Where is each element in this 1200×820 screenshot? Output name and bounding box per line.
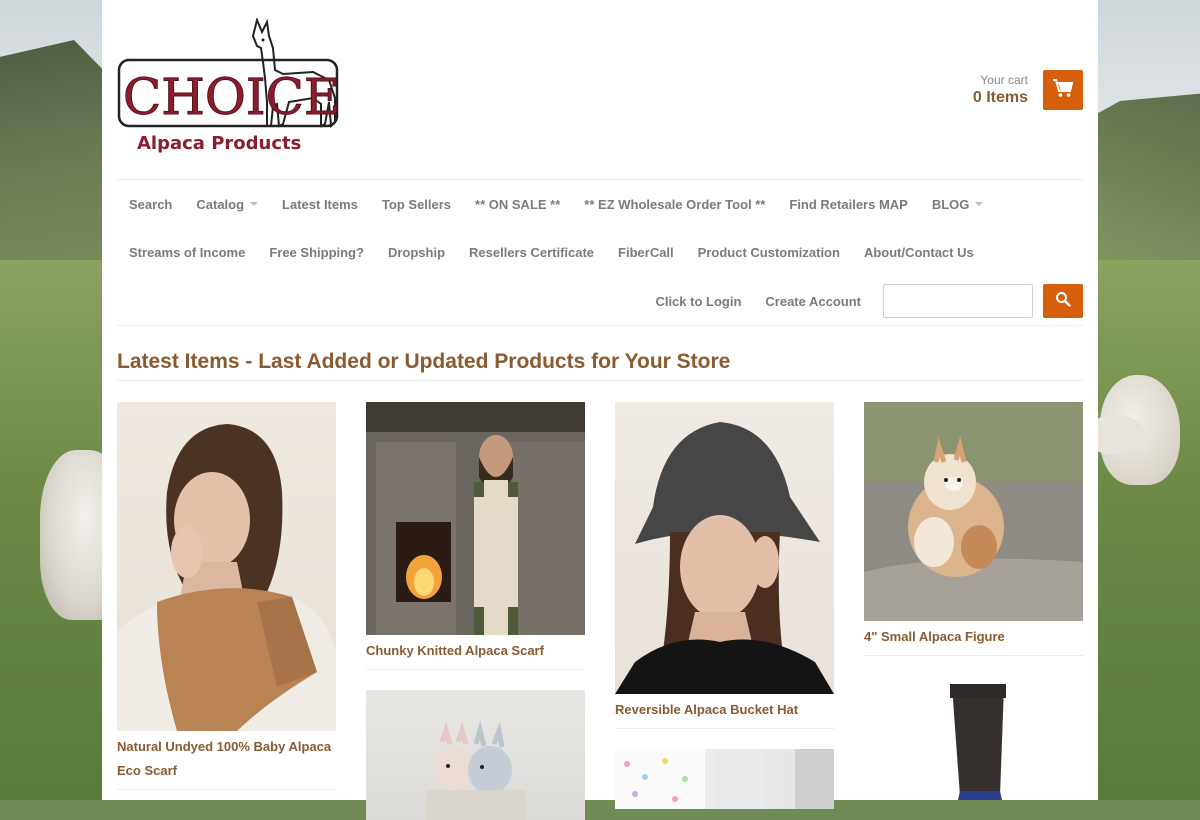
nav-fibercall[interactable]: FiberCall — [606, 245, 686, 260]
product-name[interactable]: Reversible Alpaca Bucket Hat — [615, 694, 834, 729]
search-button[interactable] — [1043, 284, 1083, 318]
login-link[interactable]: Click to Login — [643, 294, 753, 309]
nav-latest-items[interactable]: Latest Items — [270, 197, 370, 212]
cart-label: Your cart — [980, 73, 1028, 87]
product-grid: Natural Undyed 100% Baby Alpaca Eco Scar… — [117, 402, 1083, 820]
search-icon — [1055, 291, 1071, 312]
page-title: Latest Items - Last Added or Updated Pro… — [117, 350, 1083, 381]
nav-product-customization[interactable]: Product Customization — [686, 245, 852, 260]
product-image[interactable] — [864, 676, 1083, 800]
product-card[interactable]: 4" Small Alpaca Figure — [864, 402, 1083, 656]
nav-wholesale-tool[interactable]: ** EZ Wholesale Order Tool ** — [572, 197, 777, 212]
nav-row-account: Click to Login Create Account — [117, 284, 1083, 318]
product-card[interactable]: Chunky Knitted Alpaca Scarf — [366, 402, 585, 670]
nav-catalog-label: Catalog — [196, 196, 245, 212]
cart-icon — [1052, 78, 1074, 103]
cart-button[interactable] — [1043, 70, 1083, 110]
product-name[interactable]: 4" Small Alpaca Figure — [864, 621, 1083, 656]
nav-search[interactable]: Search — [117, 197, 184, 212]
create-account-link[interactable]: Create Account — [753, 294, 873, 309]
chevron-down-icon — [250, 202, 259, 206]
product-card[interactable] — [366, 690, 585, 820]
product-card[interactable]: Natural Undyed 100% Baby Alpaca Eco Scar… — [117, 402, 336, 790]
nav-find-retailers[interactable]: Find Retailers MAP — [777, 197, 919, 212]
product-image[interactable] — [615, 402, 834, 694]
main-nav: Search Catalog Latest Items Top Sellers … — [117, 179, 1083, 326]
nav-row-secondary: Streams of Income Free Shipping? Dropshi… — [117, 240, 1083, 264]
page-container: CHOICE Alpaca Products Your cart 0 Items… — [102, 0, 1098, 820]
product-image[interactable] — [864, 402, 1083, 621]
product-image[interactable] — [366, 402, 585, 635]
nav-blog[interactable]: BLOG — [920, 197, 996, 212]
nav-streams-of-income[interactable]: Streams of Income — [117, 245, 257, 260]
nav-dropship[interactable]: Dropship — [376, 245, 457, 260]
product-card[interactable] — [615, 749, 834, 809]
product-card[interactable]: Reversible Alpaca Bucket Hat — [615, 402, 834, 729]
nav-about-contact[interactable]: About/Contact Us — [852, 245, 986, 260]
nav-row-primary: Search Catalog Latest Items Top Sellers … — [117, 192, 1083, 216]
product-card[interactable] — [864, 676, 1083, 800]
logo-wordmark: CHOICE — [123, 68, 339, 126]
product-image[interactable] — [117, 402, 336, 731]
chevron-down-icon — [975, 202, 984, 206]
product-image[interactable] — [615, 749, 834, 809]
nav-blog-label: BLOG — [931, 196, 970, 212]
nav-top-sellers[interactable]: Top Sellers — [370, 197, 463, 212]
nav-free-shipping[interactable]: Free Shipping? — [257, 245, 376, 260]
cart-count[interactable]: 0 Items — [973, 89, 1028, 107]
product-image[interactable] — [366, 690, 585, 820]
cart-widget[interactable]: Your cart 0 Items — [973, 70, 1083, 110]
nav-catalog[interactable]: Catalog — [184, 197, 270, 212]
product-name[interactable]: Natural Undyed 100% Baby Alpaca Eco Scar… — [117, 731, 336, 790]
nav-on-sale[interactable]: ** ON SALE ** — [463, 197, 572, 212]
nav-resellers-certificate[interactable]: Resellers Certificate — [457, 245, 606, 260]
product-name[interactable]: Chunky Knitted Alpaca Scarf — [366, 635, 585, 670]
logo-subtitle: Alpaca Products — [137, 133, 301, 154]
site-logo[interactable]: CHOICE Alpaca Products — [117, 16, 341, 158]
search-input[interactable] — [883, 284, 1033, 318]
